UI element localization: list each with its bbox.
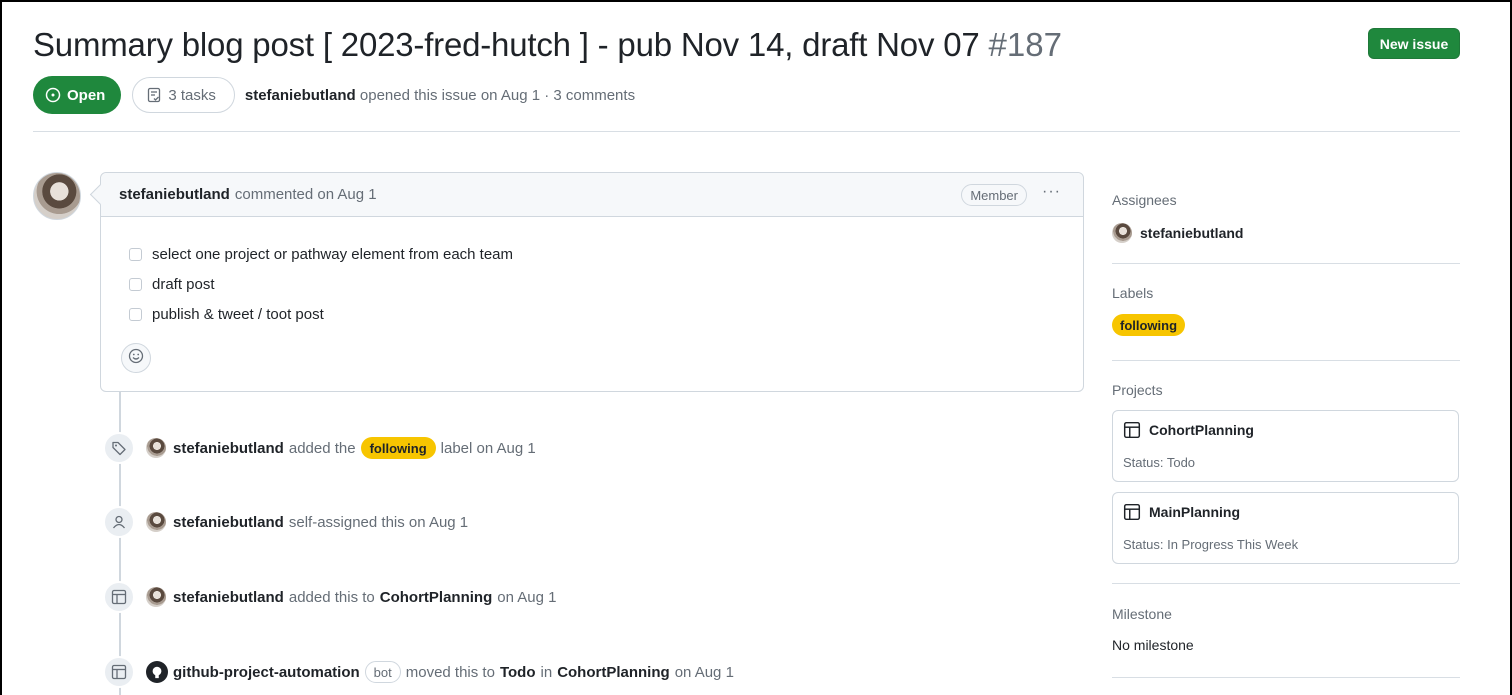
project-link[interactable]: CohortPlanning [557, 664, 670, 681]
issue-meta-row: Open 3 tasks stefaniebutland opened this… [33, 76, 635, 114]
issue-opened-icon [45, 87, 61, 103]
sidebar-milestone: Milestone No milestone [1112, 606, 1460, 653]
issue-title: Summary blog post [ 2023-fred-hutch ] - … [33, 26, 980, 63]
comment-author-link[interactable]: stefaniebutland [119, 186, 230, 203]
task-label: draft post [152, 275, 215, 293]
tasklist-icon [146, 87, 162, 103]
event-text-after: label on Aug 1 [440, 439, 536, 457]
sidebar-labels: Labels following [1112, 285, 1460, 336]
table-icon [1123, 503, 1141, 521]
timeline-event-labeled: stefaniebutland added the following labe… [103, 431, 536, 465]
avatar[interactable] [146, 587, 166, 607]
bot-badge: bot [364, 661, 401, 683]
project-status[interactable]: Status: In Progress This Week [1123, 537, 1298, 552]
timeline-event-project-added: stefaniebutland added this to CohortPlan… [103, 580, 557, 614]
tasks-progress-pill[interactable]: 3 tasks [132, 77, 235, 113]
project-name: MainPlanning [1149, 504, 1240, 520]
task-list: select one project or pathway element fr… [129, 239, 513, 329]
task-checkbox[interactable] [129, 307, 142, 321]
table-icon [1123, 421, 1141, 439]
timeline-event-text: github-project-automation bot moved this… [173, 661, 734, 683]
sidebar-divider [1112, 360, 1460, 361]
milestone-value: No milestone [1112, 637, 1194, 653]
column-name: Todo [499, 663, 536, 681]
timeline-event-text: stefaniebutland self-assigned this on Au… [173, 514, 468, 531]
event-text-before: added the [288, 439, 356, 457]
task-label: select one project or pathway element fr… [152, 245, 514, 263]
event-text: self-assigned this on Aug 1 [288, 513, 469, 531]
task-label: publish & tweet / toot post [152, 305, 324, 323]
avatar[interactable] [146, 512, 166, 532]
issue-number: #187 [988, 26, 1062, 63]
issue-state-label: Open [67, 86, 106, 104]
label-following[interactable]: following [360, 437, 436, 459]
new-issue-button[interactable]: New issue [1368, 28, 1460, 59]
event-text-before: added this to [288, 588, 375, 606]
project-name-row: CohortPlanning [1123, 421, 1254, 439]
label-following[interactable]: following [1112, 314, 1186, 336]
event-text-after: on Aug 1 [674, 663, 734, 681]
kebab-horizontal-icon[interactable]: ··· [1042, 183, 1061, 201]
header-divider [33, 131, 1460, 132]
comment-author-avatar[interactable] [33, 172, 81, 220]
table-icon [103, 581, 135, 613]
event-text-middle: in [540, 663, 553, 681]
sidebar-assignees: Assignees stefaniebutland [1112, 192, 1460, 243]
project-name-row: MainPlanning [1123, 503, 1240, 521]
issue-author-link[interactable]: stefaniebutland [245, 87, 356, 104]
table-icon [103, 656, 135, 688]
sidebar-divider [1112, 677, 1460, 678]
project-status[interactable]: Status: Todo [1123, 455, 1195, 470]
add-reaction-button[interactable] [121, 343, 151, 373]
event-actor-link[interactable]: stefaniebutland [173, 589, 284, 606]
github-mark-icon[interactable] [146, 661, 168, 683]
event-actor-link[interactable]: github-project-automation [173, 664, 360, 681]
timeline-event-text: stefaniebutland added the following labe… [173, 437, 536, 459]
milestone-heading[interactable]: Milestone [1112, 606, 1460, 622]
timeline-event-assigned: stefaniebutland self-assigned this on Au… [103, 505, 468, 539]
issue-opened-meta: stefaniebutland opened this issue on Aug… [245, 87, 635, 104]
avatar[interactable] [146, 438, 166, 458]
issue-state-badge: Open [33, 76, 122, 114]
tag-icon [103, 432, 135, 464]
comment-header: stefaniebutland commented on Aug 1 Membe… [101, 173, 1083, 217]
timeline-event-moved: github-project-automation bot moved this… [103, 655, 734, 689]
event-actor-link[interactable]: stefaniebutland [173, 440, 284, 457]
smiley-icon [128, 348, 144, 369]
issue-body-comment: stefaniebutland commented on Aug 1 Membe… [100, 172, 1084, 392]
person-icon [103, 506, 135, 538]
assignee-item[interactable]: stefaniebutland [1112, 223, 1460, 243]
assignees-heading[interactable]: Assignees [1112, 192, 1460, 208]
issue-opened-text: opened this issue on Aug 1 · 3 comments [359, 86, 636, 104]
event-actor-link[interactable]: stefaniebutland [173, 514, 284, 531]
project-name: CohortPlanning [1149, 422, 1254, 438]
event-text-before: moved this to [405, 663, 495, 681]
task-checkbox[interactable] [129, 277, 142, 291]
sidebar-divider [1112, 263, 1460, 264]
member-role-badge: Member [961, 184, 1027, 206]
timeline-event-text: stefaniebutland added this to CohortPlan… [173, 589, 557, 606]
comment-action-text: commented on Aug 1 [234, 186, 377, 203]
issue-title-row: Summary blog post [ 2023-fred-hutch ] - … [33, 22, 1062, 68]
assignee-name: stefaniebutland [1140, 225, 1244, 241]
project-card-mainplanning[interactable]: MainPlanning Status: In Progress This We… [1112, 492, 1459, 564]
avatar [1112, 223, 1132, 243]
sidebar-projects: Projects [1112, 382, 1460, 398]
projects-heading[interactable]: Projects [1112, 382, 1460, 398]
task-checkbox[interactable] [129, 247, 142, 261]
project-link[interactable]: CohortPlanning [380, 589, 493, 606]
project-card-cohortplanning[interactable]: CohortPlanning Status: Todo [1112, 410, 1459, 482]
event-text-after: on Aug 1 [497, 588, 557, 606]
tasks-count: 3 tasks [168, 86, 216, 104]
task-list-item: select one project or pathway element fr… [129, 239, 513, 269]
sidebar-divider [1112, 583, 1460, 584]
task-list-item: publish & tweet / toot post [129, 299, 513, 329]
task-list-item: draft post [129, 269, 513, 299]
labels-heading[interactable]: Labels [1112, 285, 1460, 301]
